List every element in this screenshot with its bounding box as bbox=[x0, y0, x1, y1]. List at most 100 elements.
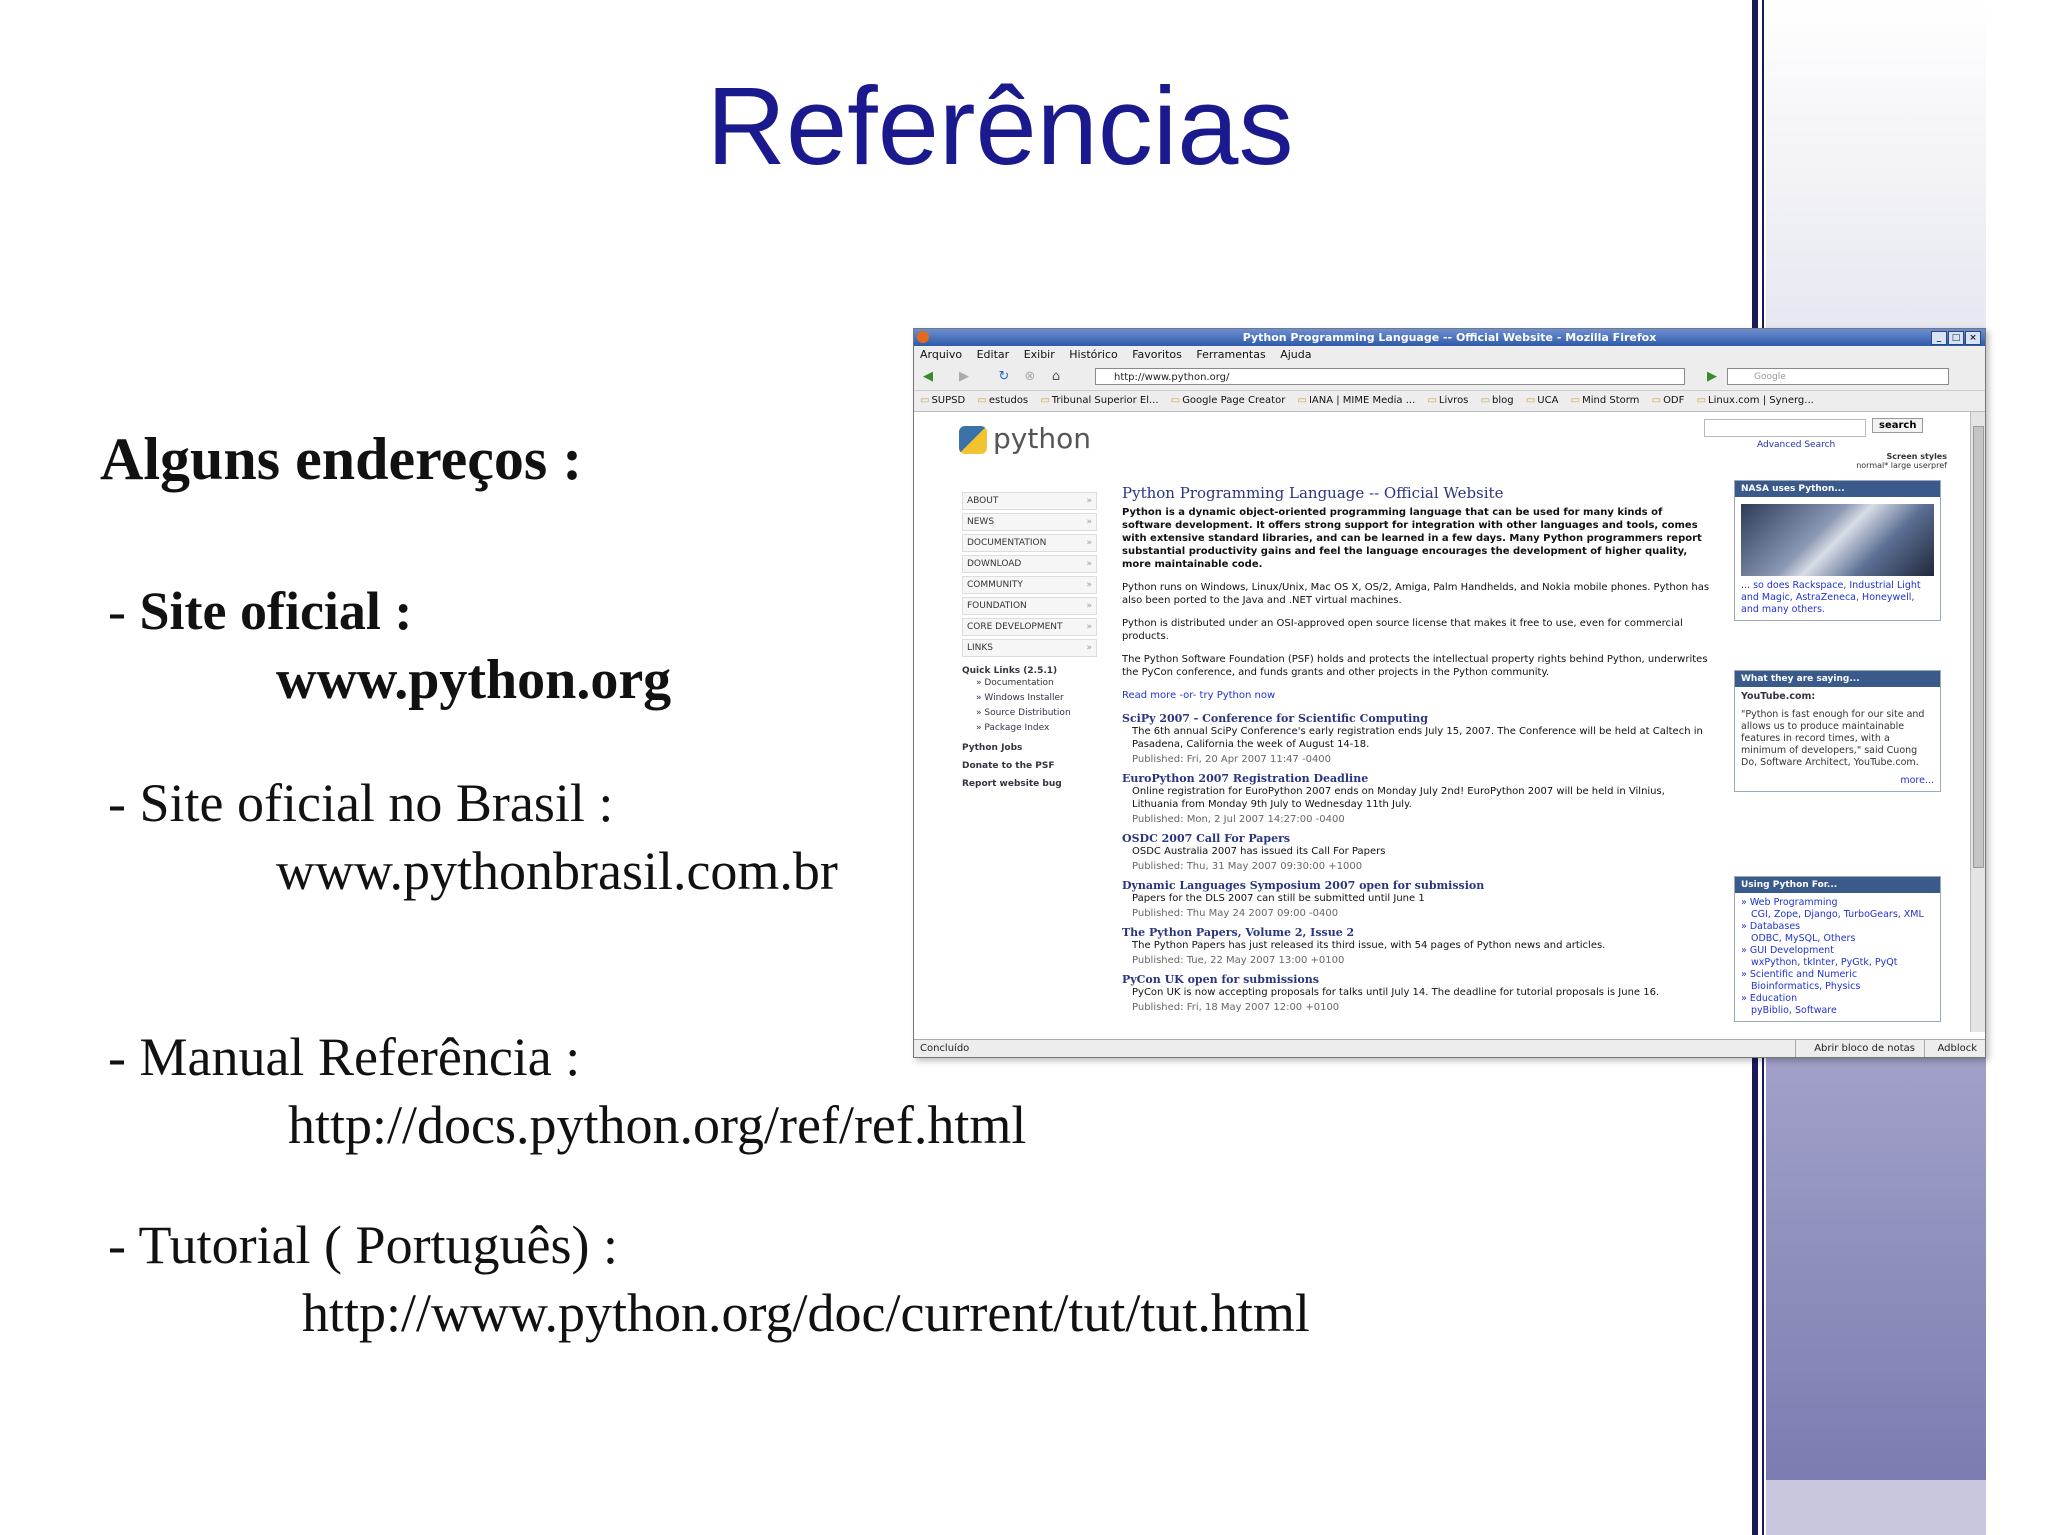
menu-exibir[interactable]: Exibir bbox=[1024, 348, 1055, 361]
paragraph: The Python Software Foundation (PSF) hol… bbox=[1122, 654, 1708, 678]
news-body: The Python Papers has just released its … bbox=[1132, 940, 1606, 951]
nav-community[interactable]: Community bbox=[962, 576, 1097, 594]
python-jobs-link[interactable]: Python Jobs bbox=[962, 742, 1097, 754]
url-bar[interactable]: http://www.python.org/ bbox=[1095, 368, 1685, 385]
nav-foundation[interactable]: Foundation bbox=[962, 597, 1097, 615]
quick-link[interactable]: » Source Distribution bbox=[962, 706, 1097, 721]
bookmark-item[interactable]: Linux.com | Synerg... bbox=[1697, 395, 1814, 406]
site-search-button[interactable]: search bbox=[1872, 418, 1924, 433]
scrollbar-thumb[interactable] bbox=[1973, 426, 1984, 868]
quick-links-title: Quick Links (2.5.1) bbox=[962, 666, 1058, 676]
news-date: Published: Tue, 22 May 2007 13:00 +0100 bbox=[1132, 955, 1345, 966]
news-date: Published: Thu, 31 May 2007 09:30:00 +10… bbox=[1132, 861, 1363, 872]
paragraph: Python is distributed under an OSI-appro… bbox=[1122, 618, 1683, 642]
status-text: Concluído bbox=[920, 1043, 970, 1054]
nav-links[interactable]: Links bbox=[962, 639, 1097, 657]
news-title[interactable]: EuroPython 2007 Registration Deadline bbox=[1122, 772, 1712, 785]
use-item[interactable]: » Education bbox=[1741, 993, 1934, 1005]
box-text[interactable]: ... so does Rackspace, Industrial Light … bbox=[1741, 580, 1934, 616]
nav-news[interactable]: News bbox=[962, 513, 1097, 531]
using-python-box: Using Python For... » Web Programming CG… bbox=[1734, 876, 1941, 1022]
bookmark-item[interactable]: estudos bbox=[977, 395, 1028, 406]
window-title: Python Programming Language -- Official … bbox=[1242, 331, 1657, 344]
use-item[interactable]: » Web Programming bbox=[1741, 897, 1934, 909]
go-icon[interactable]: ▶ bbox=[1704, 369, 1720, 385]
link-official-site[interactable]: www.python.org bbox=[276, 648, 671, 712]
adblock-button[interactable]: Adblock bbox=[1924, 1040, 1977, 1057]
intro-paragraph: Python is a dynamic object-oriented prog… bbox=[1122, 507, 1702, 570]
advanced-search-link[interactable]: Advanced Search bbox=[1757, 440, 1835, 450]
bookmark-item[interactable]: UCA bbox=[1526, 395, 1559, 406]
main-title: Python Programming Language -- Official … bbox=[1122, 484, 1504, 502]
news-title[interactable]: SciPy 2007 - Conference for Scientific C… bbox=[1122, 712, 1712, 725]
news-body: Online registration for EuroPython 2007 … bbox=[1132, 786, 1665, 810]
item-reference-manual: - Manual Referência : bbox=[108, 1027, 581, 1087]
menu-favoritos[interactable]: Favoritos bbox=[1132, 348, 1182, 361]
scrollbar[interactable] bbox=[1970, 412, 1985, 1032]
use-item[interactable]: CGI, Zope, Django, TurboGears, XML bbox=[1741, 909, 1934, 921]
forward-icon[interactable]: ▶ bbox=[956, 369, 972, 385]
minimize-icon[interactable]: _ bbox=[1931, 331, 1947, 345]
decoration-bottom bbox=[1766, 1480, 1986, 1535]
google-search-input[interactable]: Google bbox=[1727, 368, 1949, 385]
python-snake-icon bbox=[959, 426, 987, 454]
browser-title-bar: Python Programming Language -- Official … bbox=[914, 329, 1985, 346]
close-icon[interactable]: × bbox=[1965, 331, 1981, 345]
item-official-site: - Site oficial : bbox=[108, 581, 413, 641]
testimonial-text: "Python is fast enough for our site and … bbox=[1741, 709, 1925, 768]
bookmark-item[interactable]: ODF bbox=[1652, 395, 1685, 406]
quick-link[interactable]: » Windows Installer bbox=[962, 691, 1097, 706]
paragraph: Python runs on Windows, Linux/Unix, Mac … bbox=[1122, 582, 1710, 606]
use-item[interactable]: Bioinformatics, Physics bbox=[1741, 981, 1934, 993]
nav-about[interactable]: About bbox=[962, 492, 1097, 510]
back-icon[interactable]: ◀ bbox=[920, 369, 936, 385]
news-title[interactable]: OSDC 2007 Call For Papers bbox=[1122, 832, 1712, 845]
bookmark-item[interactable]: Google Page Creator bbox=[1171, 395, 1286, 406]
bookmark-item[interactable]: IANA | MIME Media ... bbox=[1298, 395, 1416, 406]
link-brazil-site[interactable]: www.pythonbrasil.com.br bbox=[276, 840, 838, 902]
site-search-input[interactable] bbox=[1704, 419, 1866, 437]
use-item[interactable]: » Databases bbox=[1741, 921, 1934, 933]
news-date: Published: Fri, 18 May 2007 12:00 +0100 bbox=[1132, 1002, 1340, 1013]
firefox-icon bbox=[917, 331, 929, 343]
nav-download[interactable]: Download bbox=[962, 555, 1097, 573]
news-title[interactable]: Dynamic Languages Symposium 2007 open fo… bbox=[1122, 879, 1712, 892]
more-link[interactable]: more... bbox=[1741, 775, 1934, 787]
news-body: Papers for the DLS 2007 can still be sub… bbox=[1132, 893, 1425, 904]
use-item[interactable]: ODBC, MySQL, Others bbox=[1741, 933, 1934, 945]
nav-core-development[interactable]: Core Development bbox=[962, 618, 1097, 636]
menu-ferramentas[interactable]: Ferramentas bbox=[1196, 348, 1265, 361]
donate-link[interactable]: Donate to the PSF bbox=[962, 760, 1097, 772]
item-tutorial: - Tutorial ( Português) : bbox=[108, 1215, 619, 1275]
use-item[interactable]: wxPython, tkInter, PyGtk, PyQt bbox=[1741, 957, 1934, 969]
reload-icon[interactable]: ↻ bbox=[996, 369, 1012, 385]
box-title: What they are saying... bbox=[1735, 671, 1940, 687]
use-item[interactable]: » Scientific and Numeric bbox=[1741, 969, 1934, 981]
bookmark-item[interactable]: Mind Storm bbox=[1571, 395, 1640, 406]
use-item[interactable]: pyBiblio, Software bbox=[1741, 1005, 1934, 1017]
quick-link[interactable]: » Documentation bbox=[962, 676, 1097, 691]
maximize-icon[interactable]: □ bbox=[1948, 331, 1964, 345]
notepad-button[interactable]: Abrir bloco de notas bbox=[1795, 1040, 1915, 1057]
quick-link[interactable]: » Package Index bbox=[962, 721, 1097, 736]
bookmark-item[interactable]: SUPSD bbox=[920, 395, 965, 406]
nav-documentation[interactable]: Documentation bbox=[962, 534, 1097, 552]
bookmark-item[interactable]: blog bbox=[1481, 395, 1514, 406]
use-item[interactable]: » GUI Development bbox=[1741, 945, 1934, 957]
news-title[interactable]: PyCon UK open for submissions bbox=[1122, 973, 1712, 986]
link-tutorial[interactable]: http://www.python.org/doc/current/tut/tu… bbox=[302, 1282, 1310, 1344]
news-title[interactable]: The Python Papers, Volume 2, Issue 2 bbox=[1122, 926, 1712, 939]
stop-icon[interactable]: ⊗ bbox=[1022, 369, 1038, 385]
menu-ajuda[interactable]: Ajuda bbox=[1280, 348, 1311, 361]
report-bug-link[interactable]: Report website bug bbox=[962, 778, 1097, 790]
link-reference-manual[interactable]: http://docs.python.org/ref/ref.html bbox=[288, 1094, 1026, 1156]
menu-arquivo[interactable]: Arquivo bbox=[920, 348, 962, 361]
box-title: Using Python For... bbox=[1735, 877, 1940, 893]
read-more-link[interactable]: Read more -or- try Python now bbox=[1122, 689, 1712, 702]
bookmark-item[interactable]: Tribunal Superior El... bbox=[1040, 395, 1158, 406]
astronaut-image bbox=[1741, 504, 1934, 576]
menu-historico[interactable]: Histórico bbox=[1069, 348, 1117, 361]
menu-editar[interactable]: Editar bbox=[977, 348, 1010, 361]
bookmark-item[interactable]: Livros bbox=[1427, 395, 1468, 406]
home-icon[interactable]: ⌂ bbox=[1048, 369, 1064, 385]
